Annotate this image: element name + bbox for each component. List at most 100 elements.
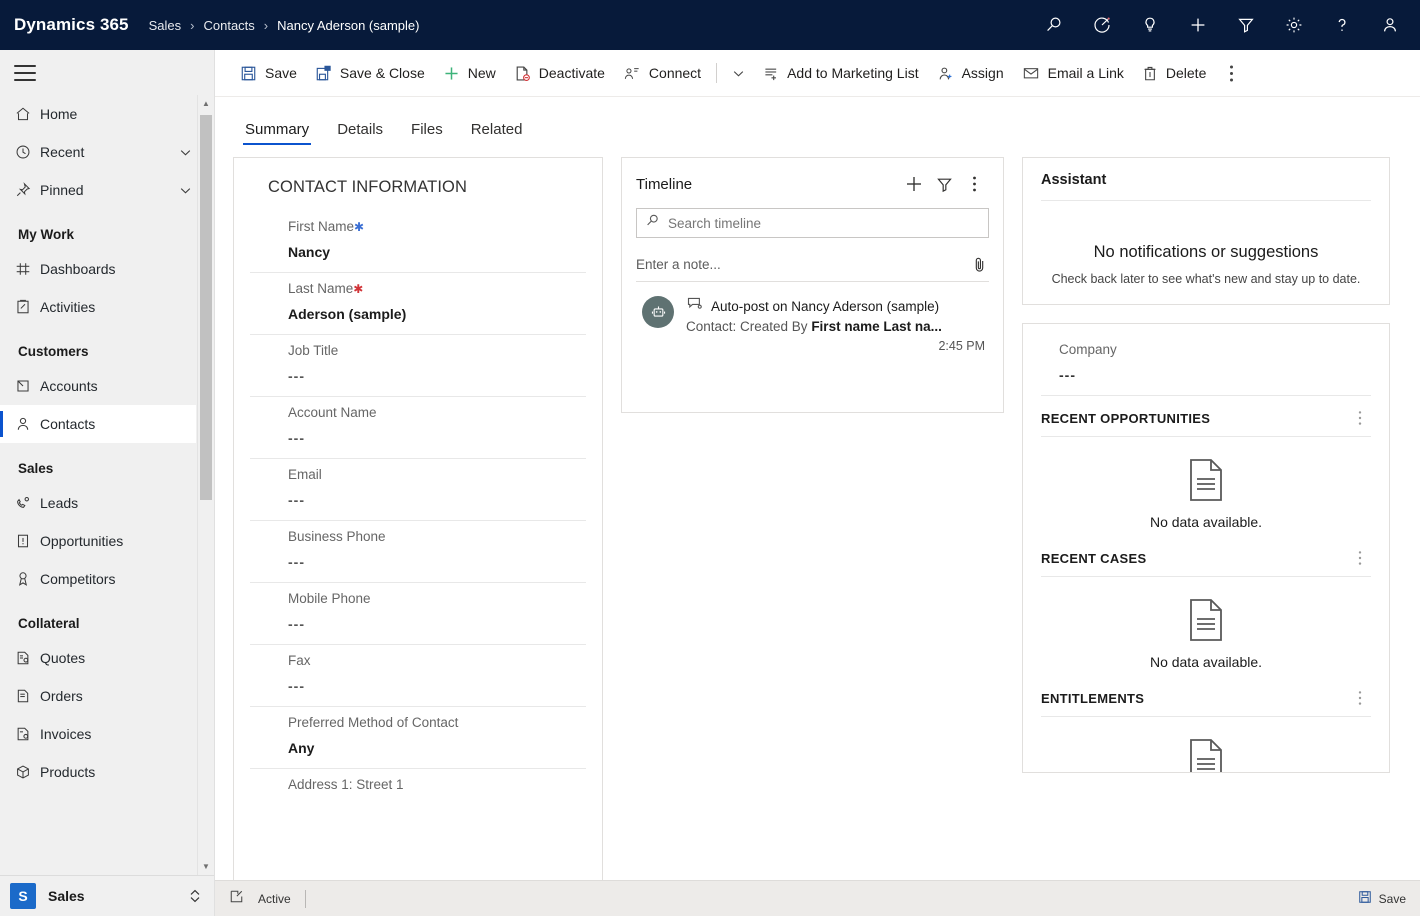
- assistant-card: Assistant No notifications or suggestion…: [1022, 157, 1390, 305]
- field-mobile-phone[interactable]: Mobile Phone ---: [250, 583, 586, 645]
- sidebar-scrollbar[interactable]: ▲ ▼: [197, 95, 214, 875]
- connect-button[interactable]: Connect: [614, 57, 710, 89]
- user-icon[interactable]: [1366, 1, 1414, 49]
- timeline-entry-title[interactable]: Auto-post on Nancy Aderson (sample): [711, 299, 939, 314]
- sidebar-item-accounts[interactable]: Accounts: [0, 367, 196, 405]
- more-icon[interactable]: [1349, 550, 1371, 566]
- status-bar-divider: [305, 890, 306, 908]
- timeline-entry[interactable]: Auto-post on Nancy Aderson (sample) Cont…: [636, 282, 989, 353]
- chevron-down-icon[interactable]: [723, 57, 753, 89]
- plus-icon[interactable]: [1174, 1, 1222, 49]
- sidebar-item-opportunities[interactable]: Opportunities: [0, 522, 196, 560]
- sidebar-item-pinned[interactable]: Pinned: [0, 171, 196, 209]
- timeline-search[interactable]: [636, 208, 989, 238]
- sidebar-item-quotes[interactable]: Quotes: [0, 639, 196, 677]
- filter-icon[interactable]: [1222, 1, 1270, 49]
- tab-files[interactable]: Files: [401, 121, 453, 147]
- tab-related[interactable]: Related: [461, 121, 533, 147]
- chevron-down-icon[interactable]: [174, 183, 196, 198]
- deactivate-button[interactable]: Deactivate: [505, 57, 614, 89]
- tab-summary[interactable]: Summary: [235, 121, 319, 147]
- sidebar-item-leads[interactable]: Leads: [0, 484, 196, 522]
- field-value[interactable]: ---: [288, 358, 586, 396]
- save-icon: [240, 65, 257, 82]
- email-a-link-button[interactable]: Email a Link: [1013, 57, 1133, 89]
- status-bar-save-button[interactable]: Save: [1358, 890, 1406, 907]
- timeline-note-composer[interactable]: [636, 248, 989, 282]
- more-commands-icon[interactable]: [1215, 57, 1247, 89]
- new-button[interactable]: New: [434, 57, 505, 89]
- note-input[interactable]: [636, 257, 969, 272]
- field-value[interactable]: Aderson (sample): [288, 296, 586, 334]
- sidebar-item-recent[interactable]: Recent: [0, 133, 196, 171]
- help-icon[interactable]: [1318, 1, 1366, 49]
- command-bar: Save Save & Close: [215, 50, 1420, 97]
- search-input[interactable]: [668, 216, 980, 231]
- field-business-phone[interactable]: Business Phone ---: [250, 521, 586, 583]
- chevron-down-icon[interactable]: [174, 145, 196, 160]
- search-icon[interactable]: [1030, 1, 1078, 49]
- sidebar-item-contacts[interactable]: Contacts: [0, 405, 196, 443]
- field-address1-street1[interactable]: Address 1: Street 1: [250, 769, 586, 792]
- filter-icon[interactable]: [929, 170, 959, 198]
- hamburger-menu-icon[interactable]: [14, 65, 36, 81]
- leads-icon: [14, 494, 40, 512]
- field-value[interactable]: ---: [288, 420, 586, 458]
- gear-icon[interactable]: [1270, 1, 1318, 49]
- sidebar-item-home[interactable]: Home: [0, 95, 196, 133]
- more-icon[interactable]: [959, 170, 989, 198]
- field-value[interactable]: ---: [288, 668, 586, 706]
- assign-label: Assign: [962, 65, 1004, 81]
- field-fax[interactable]: Fax ---: [250, 645, 586, 707]
- contact-information-card: CONTACT INFORMATION First Name✱ Nancy La…: [233, 157, 603, 880]
- field-value[interactable]: ---: [288, 482, 586, 520]
- activities-icon: [14, 298, 40, 316]
- more-icon[interactable]: [1349, 690, 1371, 706]
- field-value[interactable]: ---: [288, 544, 586, 582]
- tab-details[interactable]: Details: [327, 121, 393, 147]
- add-to-marketing-list-label: Add to Marketing List: [787, 65, 919, 81]
- paperclip-icon[interactable]: [969, 256, 989, 273]
- save-button[interactable]: Save: [231, 57, 306, 89]
- sidebar-item-activities[interactable]: Activities: [0, 288, 196, 326]
- sidebar-item-invoices[interactable]: Invoices: [0, 715, 196, 753]
- sidebar-item-orders[interactable]: Orders: [0, 677, 196, 715]
- sidebar-item-competitors[interactable]: Competitors: [0, 560, 196, 598]
- app-brand[interactable]: Dynamics 365: [14, 15, 129, 35]
- assign-button[interactable]: Assign: [928, 57, 1013, 89]
- field-job-title[interactable]: Job Title ---: [250, 335, 586, 397]
- competitors-icon: [14, 570, 40, 588]
- sidebar-item-products[interactable]: Products: [0, 753, 196, 791]
- field-account-name[interactable]: Account Name ---: [250, 397, 586, 459]
- app-switcher-chevron-icon[interactable]: [188, 887, 202, 905]
- breadcrumb-item-record[interactable]: Nancy Aderson (sample): [273, 18, 423, 33]
- field-last-name[interactable]: Last Name✱ Aderson (sample): [250, 273, 586, 335]
- field-first-name[interactable]: First Name✱ Nancy: [250, 211, 586, 273]
- plus-icon[interactable]: [899, 170, 929, 198]
- scroll-down-arrow-icon[interactable]: ▼: [198, 858, 214, 875]
- field-value[interactable]: ---: [288, 606, 586, 644]
- field-email[interactable]: Email ---: [250, 459, 586, 521]
- field-value[interactable]: Nancy: [288, 234, 586, 272]
- app-switcher[interactable]: S Sales: [0, 875, 214, 916]
- scrollbar-thumb[interactable]: [200, 115, 212, 500]
- field-value[interactable]: ---: [1059, 357, 1371, 395]
- field-label: Fax: [288, 645, 586, 668]
- breadcrumb-item-contacts[interactable]: Contacts: [199, 18, 258, 33]
- delete-button[interactable]: Delete: [1133, 57, 1215, 89]
- scroll-up-arrow-icon[interactable]: ▲: [198, 95, 214, 112]
- marketing-list-icon: [762, 65, 779, 82]
- invoices-icon: [14, 725, 40, 743]
- save-and-close-button[interactable]: Save & Close: [306, 57, 434, 89]
- save-close-icon: [315, 65, 332, 82]
- more-icon[interactable]: [1349, 410, 1371, 426]
- section-title: RECENT OPPORTUNITIES: [1041, 411, 1349, 426]
- field-preferred-method-of-contact[interactable]: Preferred Method of Contact Any: [250, 707, 586, 769]
- lightbulb-icon[interactable]: [1126, 1, 1174, 49]
- add-to-marketing-list-button[interactable]: Add to Marketing List: [753, 57, 928, 89]
- assistant-clock-icon[interactable]: [1078, 1, 1126, 49]
- sidebar-item-dashboards[interactable]: Dashboards: [0, 250, 196, 288]
- field-company[interactable]: Company ---: [1041, 336, 1371, 396]
- breadcrumb-item-sales[interactable]: Sales: [145, 18, 186, 33]
- field-value[interactable]: Any: [288, 730, 586, 768]
